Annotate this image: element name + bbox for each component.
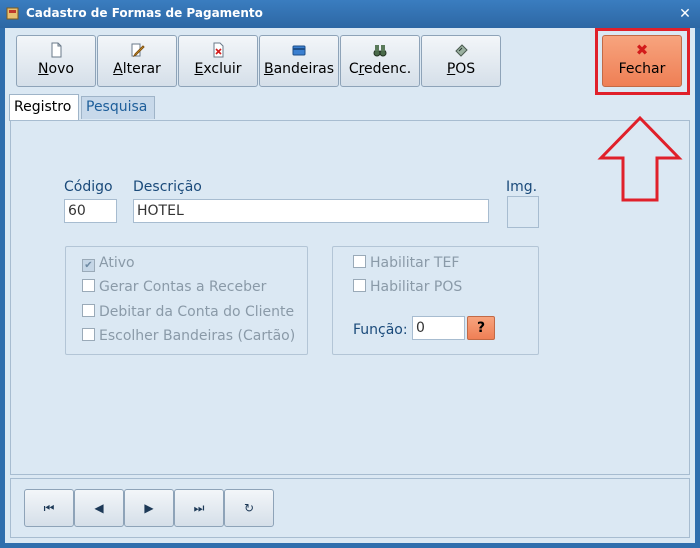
next-record-button[interactable]: ▶ (124, 489, 174, 527)
registro-panel: Código 60 Descrição HOTEL Img. ✔ Ativo Ge… (10, 120, 690, 475)
new-document-icon (51, 42, 62, 58)
app-icon (6, 7, 19, 20)
pos-label: POS (446, 61, 476, 77)
codigo-input[interactable]: 60 (64, 199, 117, 223)
descricao-label: Descrição (133, 179, 202, 195)
next-icon: ▶ (144, 501, 154, 515)
img-label: Img. (506, 179, 538, 195)
ativo-checkbox[interactable]: ✔ Ativo (82, 255, 135, 272)
gerar-contas-checkbox[interactable]: Gerar Contas a Receber (82, 279, 266, 295)
options-group: ✔ Ativo Gerar Contas a Receber Debitar da… (65, 246, 308, 355)
habilitar-pos-checkbox[interactable]: Habilitar POS (353, 279, 462, 295)
highlight-box (595, 28, 690, 95)
up-arrow-annotation (597, 115, 683, 202)
checkbox-checked-icon: ✔ (82, 259, 95, 272)
last-record-button[interactable]: ⏭ (174, 489, 224, 527)
card-icon (292, 45, 306, 56)
refresh-icon: ↻ (243, 501, 255, 515)
bandeiras-label: Bandeiras (263, 61, 335, 77)
image-box[interactable] (507, 196, 539, 228)
window-title: Cadastro de Formas de Pagamento (26, 6, 263, 20)
first-icon: ⏮ (43, 501, 55, 515)
first-record-button[interactable]: ⏮ (24, 489, 74, 527)
funcao-input[interactable]: 0 (412, 316, 465, 340)
novo-button[interactable]: Novo (16, 35, 96, 87)
previous-record-button[interactable]: ◀ (74, 489, 124, 527)
alterar-button[interactable]: Alterar (97, 35, 177, 87)
last-icon: ⏭ (193, 501, 205, 515)
window-close-icon[interactable]: ✕ (676, 5, 694, 23)
refresh-button[interactable]: ↻ (224, 489, 274, 527)
excluir-button[interactable]: Excluir (178, 35, 258, 87)
escolher-bandeiras-checkbox[interactable]: Escolher Bandeiras (Cartão) (82, 328, 295, 344)
title-bar: Cadastro de Formas de Pagamento ✕ (0, 0, 700, 28)
window: Cadastro de Formas de Pagamento ✕ Novo A… (0, 0, 700, 548)
binoculars-icon (373, 45, 387, 57)
integration-group: Habilitar TEF Habilitar POS Função: 0 ? (332, 246, 539, 355)
bandeiras-button[interactable]: Bandeiras (259, 35, 339, 87)
client-area: Novo Alterar Excluir Bandeiras Credenc. … (5, 28, 695, 543)
credenc-button[interactable]: Credenc. (340, 35, 420, 87)
alterar-label: Alterar (113, 61, 161, 77)
tab-registro[interactable]: Registro (9, 94, 79, 121)
habilitar-tef-checkbox[interactable]: Habilitar TEF (353, 255, 459, 271)
codigo-label: Código (64, 179, 113, 195)
edit-pencil-icon (131, 43, 145, 58)
pos-terminal-icon (455, 44, 468, 57)
excluir-label: Excluir (194, 61, 242, 77)
pos-button[interactable]: POS (421, 35, 501, 87)
descricao-input[interactable]: HOTEL (133, 199, 489, 223)
funcao-label: Função: (353, 322, 408, 338)
credenc-label: Credenc. (348, 61, 412, 77)
delete-document-icon (213, 42, 224, 58)
tab-pesquisa[interactable]: Pesquisa (81, 96, 155, 119)
navigation-bar: ⏮ ◀ ▶ ⏭ ↻ (10, 478, 690, 538)
previous-icon: ◀ (94, 501, 104, 515)
toolbar: Novo Alterar Excluir Bandeiras Credenc. … (5, 28, 695, 95)
novo-label: Novo (38, 61, 74, 77)
help-button[interactable]: ? (467, 316, 495, 340)
debitar-conta-checkbox[interactable]: Debitar da Conta do Cliente (82, 304, 294, 320)
